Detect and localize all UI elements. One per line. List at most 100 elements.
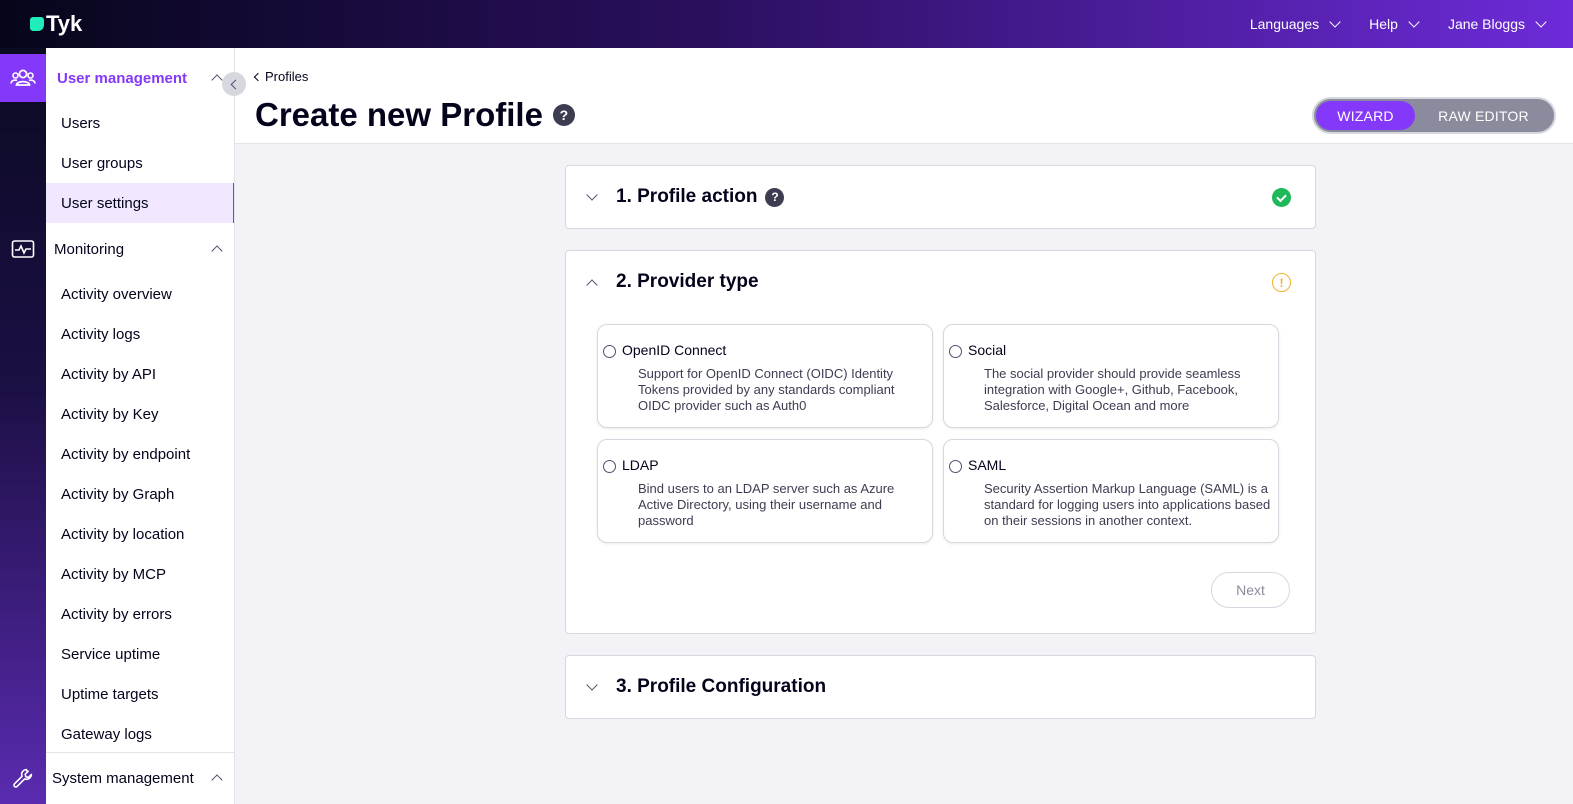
sidebar-divider — [46, 752, 234, 753]
step-header[interactable]: 2. Provider type — [566, 251, 1315, 313]
sidebar: User management Users User groups User s… — [46, 48, 235, 804]
provider-option-ldap[interactable]: LDAP Bind users to an LDAP server such a… — [597, 439, 933, 543]
page-title-text: Create new Profile — [255, 96, 543, 133]
editor-mode-toggle: WIZARD RAW EDITOR — [1312, 97, 1556, 134]
sidebar-item-label: Service uptime — [61, 645, 161, 663]
chevron-up-icon — [211, 74, 223, 86]
sidebar-item-activity-logs[interactable]: Activity logs — [46, 314, 234, 354]
sidebar-item-label: Activity logs — [61, 325, 141, 343]
help-label: Help — [1369, 16, 1398, 32]
section-monitoring[interactable]: Monitoring — [46, 229, 234, 269]
next-button[interactable]: Next — [1211, 572, 1290, 608]
chevron-down-icon — [1329, 16, 1341, 28]
section-title: System management — [52, 769, 194, 787]
sidebar-item-activity-by-location[interactable]: Activity by location — [46, 514, 234, 554]
section-title: User management — [57, 69, 188, 87]
sidebar-item-activity-by-key[interactable]: Activity by Key — [46, 394, 234, 434]
sidebar-item-activity-by-graph[interactable]: Activity by Graph — [46, 474, 234, 514]
step-header[interactable]: 3. Profile Configuration — [566, 656, 1315, 718]
step-profile-action: 1. Profile action ? — [565, 165, 1316, 229]
radio-button[interactable] — [949, 460, 962, 473]
section-user-management[interactable]: User management — [46, 58, 234, 98]
option-description: Bind users to an LDAP server such as Azu… — [638, 481, 895, 528]
step-provider-type: 2. Provider type ! OpenID Connect Suppor… — [565, 250, 1316, 634]
sidebar-item-users[interactable]: Users — [46, 103, 234, 143]
sidebar-item-service-uptime[interactable]: Service uptime — [46, 634, 234, 674]
chevron-down-icon — [586, 679, 598, 691]
monitoring-icon — [11, 240, 35, 258]
sidebar-item-label: Uptime targets — [61, 685, 159, 703]
warning-icon: ! — [1272, 273, 1291, 292]
radio-button[interactable] — [949, 345, 962, 358]
breadcrumb[interactable]: Profiles — [253, 69, 309, 84]
help-icon[interactable]: ? — [552, 104, 575, 126]
sidebar-item-activity-by-mcp[interactable]: Activity by MCP — [46, 554, 234, 594]
sidebar-item-label: Activity by Graph — [61, 485, 175, 503]
sidebar-item-label: Activity by location — [61, 525, 185, 543]
option-description: The social provider should provide seaml… — [984, 366, 1241, 413]
rail-user-management[interactable] — [0, 54, 46, 102]
top-bar: Tyk Languages Help Jane Bloggs — [0, 0, 1573, 48]
sidebar-item-label: Activity by endpoint — [61, 445, 191, 463]
sidebar-item-label: Users — [61, 114, 101, 132]
collapse-sidebar-button[interactable] — [222, 72, 246, 96]
raw-editor-toggle[interactable]: RAW EDITOR — [1415, 101, 1552, 130]
option-title: LDAP — [622, 457, 659, 473]
tyk-logo[interactable]: Tyk — [30, 11, 82, 37]
page-header: Profiles Create new Profile ? WIZARD RAW… — [235, 48, 1573, 144]
chevron-up-icon — [211, 245, 223, 257]
section-system-management[interactable]: System management — [46, 758, 234, 798]
user-name: Jane Bloggs — [1447, 16, 1525, 32]
sidebar-item-label: User groups — [61, 154, 143, 172]
radio-button[interactable] — [603, 345, 616, 358]
step-title: 2. Provider type — [616, 271, 759, 292]
rail-monitoring[interactable] — [0, 225, 46, 273]
users-icon — [10, 69, 36, 86]
languages-label: Languages — [1249, 16, 1320, 32]
option-description: Support for OpenID Connect (OIDC) Identi… — [638, 366, 895, 413]
user-menu[interactable]: Jane Bloggs — [1447, 16, 1547, 32]
sidebar-item-gateway-logs[interactable]: Gateway logs — [46, 714, 234, 754]
chevron-left-icon — [230, 79, 241, 89]
chevron-down-icon — [586, 189, 598, 201]
sidebar-item-user-groups[interactable]: User groups — [46, 143, 234, 183]
sidebar-item-activity-overview[interactable]: Activity overview — [46, 274, 234, 314]
provider-option-saml[interactable]: SAML Security Assertion Markup Language … — [943, 439, 1279, 543]
sidebar-item-label: User settings — [61, 194, 149, 212]
sidebar-item-activity-by-endpoint[interactable]: Activity by endpoint — [46, 434, 234, 474]
sidebar-item-activity-by-api[interactable]: Activity by API — [46, 354, 234, 394]
top-nav: Languages Help Jane Bloggs — [1220, 0, 1547, 48]
step-profile-configuration: 3. Profile Configuration — [565, 655, 1316, 719]
sidebar-item-uptime-targets[interactable]: Uptime targets — [46, 674, 234, 714]
sidebar-item-label: Activity by API — [61, 365, 157, 383]
chevron-down-icon — [1408, 16, 1420, 28]
option-description: Security Assertion Markup Language (SAML… — [984, 481, 1271, 528]
sidebar-item-user-settings[interactable]: User settings — [46, 183, 234, 223]
sidebar-item-label: Activity by MCP — [61, 565, 167, 583]
step-title: 1. Profile action — [616, 186, 758, 207]
check-circle-icon — [1272, 188, 1291, 207]
breadcrumb-profiles: Profiles — [265, 69, 309, 84]
rail-system-management[interactable] — [0, 754, 46, 802]
step-header[interactable]: 1. Profile action ? — [566, 166, 1315, 228]
provider-option-openid[interactable]: OpenID Connect Support for OpenID Connec… — [597, 324, 933, 428]
step-title: 3. Profile Configuration — [616, 676, 827, 697]
option-title: SAML — [968, 457, 1007, 473]
languages-menu[interactable]: Languages — [1249, 16, 1341, 32]
option-title: Social — [968, 342, 1007, 358]
sidebar-item-label: Activity overview — [61, 285, 172, 303]
sidebar-item-activity-by-errors[interactable]: Activity by errors — [46, 594, 234, 634]
option-title: OpenID Connect — [622, 342, 727, 358]
help-menu[interactable]: Help — [1369, 16, 1420, 32]
provider-option-social[interactable]: Social The social provider should provid… — [943, 324, 1279, 428]
help-icon[interactable]: ? — [765, 187, 785, 207]
sidebar-item-label: Gateway logs — [61, 725, 152, 743]
wrench-icon — [13, 768, 33, 788]
wizard-toggle[interactable]: WIZARD — [1316, 101, 1415, 130]
page-title: Create new Profile ? — [255, 96, 575, 134]
chevron-down-icon — [1535, 16, 1547, 28]
section-title: Monitoring — [54, 240, 125, 258]
sidebar-item-label: Activity by errors — [61, 605, 172, 623]
radio-button[interactable] — [603, 460, 616, 473]
chevron-left-icon — [253, 72, 263, 81]
